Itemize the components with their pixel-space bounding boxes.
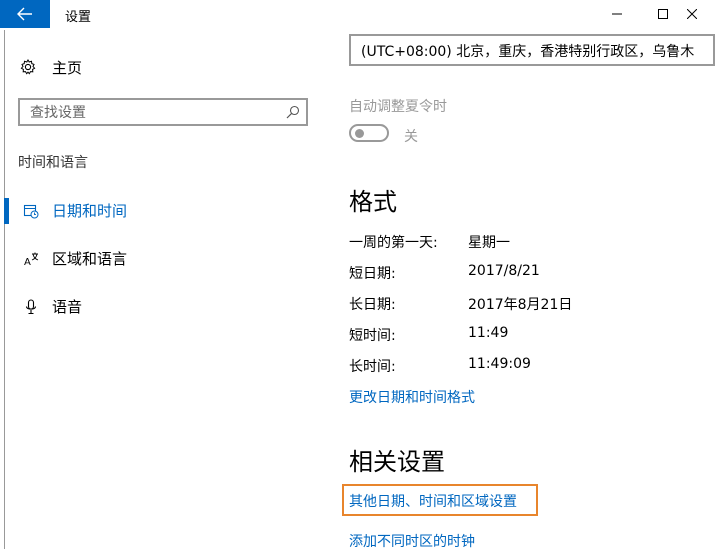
title-bar: 设置 <box>0 0 715 30</box>
dst-label: 自动调整夏令时 <box>349 99 447 115</box>
format-value: 11:49 <box>468 325 509 341</box>
minimize-icon <box>612 13 622 15</box>
format-key: 一周的第一天: <box>349 235 438 251</box>
format-heading: 格式 <box>349 188 397 216</box>
timezone-value: (UTC+08:00) 北京，重庆，香港特别行政区，乌鲁木 <box>361 44 695 60</box>
close-icon <box>687 9 697 19</box>
format-value: 11:49:09 <box>468 356 531 372</box>
toggle-knob <box>355 129 364 138</box>
svg-text:A: A <box>24 257 31 267</box>
format-key: 短日期: <box>349 266 396 282</box>
search-box[interactable] <box>18 98 308 126</box>
format-key: 短时间: <box>349 328 396 344</box>
format-key: 长日期: <box>349 297 396 313</box>
sidebar-section-label: 时间和语言 <box>18 155 88 171</box>
sidebar-item-label: 区域和语言 <box>52 250 128 268</box>
window-title: 设置 <box>65 10 92 25</box>
minimize-button[interactable] <box>594 0 640 28</box>
microphone-icon <box>22 298 40 316</box>
gear-icon <box>20 59 36 75</box>
close-button[interactable] <box>669 0 715 28</box>
sidebar-item-label: 日期和时间 <box>52 202 128 220</box>
back-button[interactable] <box>0 0 50 28</box>
format-key: 长时间: <box>349 359 396 375</box>
add-clocks-link[interactable]: 添加不同时区的时钟 <box>349 531 475 551</box>
format-value: 2017年8月21日 <box>468 297 573 313</box>
timezone-dropdown[interactable]: (UTC+08:00) 北京，重庆，香港特别行政区，乌鲁木 <box>349 34 715 66</box>
dst-toggle[interactable] <box>349 124 389 142</box>
date-time-icon <box>22 202 40 220</box>
change-format-link[interactable]: 更改日期和时间格式 <box>349 387 475 407</box>
sidebar-item-date-time[interactable]: 日期和时间 <box>0 192 330 228</box>
arrow-left-icon <box>17 7 32 21</box>
format-value: 星期一 <box>468 235 510 251</box>
format-value: 2017/8/21 <box>468 263 540 279</box>
sidebar-item-region-language[interactable]: A 区域和语言 <box>0 240 330 276</box>
sidebar-item-label: 语音 <box>52 298 83 316</box>
sidebar-home[interactable]: 主页 <box>20 52 82 82</box>
related-settings-heading: 相关设置 <box>349 448 445 476</box>
region-language-icon: A <box>22 250 40 268</box>
sidebar-item-speech[interactable]: 语音 <box>0 288 330 324</box>
search-icon[interactable] <box>286 105 300 119</box>
sidebar-home-label: 主页 <box>52 58 83 77</box>
search-input[interactable] <box>30 103 280 123</box>
additional-date-time-region-link[interactable]: 其他日期、时间和区域设置 <box>349 491 517 511</box>
dst-toggle-state: 关 <box>404 129 418 145</box>
maximize-icon <box>658 9 668 19</box>
